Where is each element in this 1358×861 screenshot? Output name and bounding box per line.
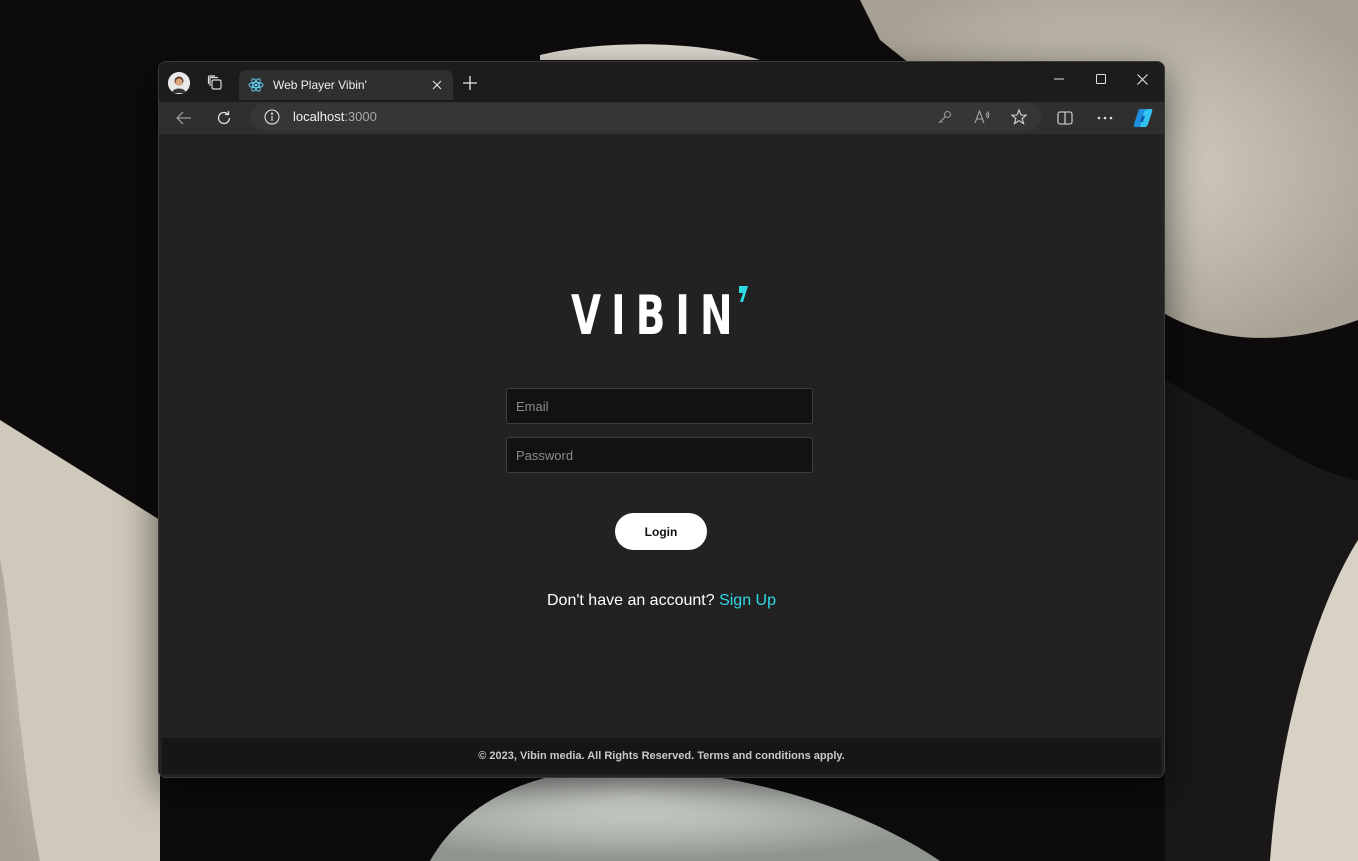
footer: © 2023, Vibin media. All Rights Reserved… — [162, 738, 1161, 774]
address-bar[interactable]: localhost:3000 — [251, 103, 1041, 131]
email-field[interactable] — [506, 388, 813, 424]
title-bar: Web Player Vibin' — [159, 62, 1164, 102]
back-arrow-icon[interactable] — [170, 105, 198, 131]
split-screen-icon[interactable] — [1051, 105, 1079, 131]
page-content: VIBIN Login Don't have an account? Sign … — [159, 134, 1164, 777]
vibin-logo: VIBIN — [571, 284, 743, 347]
key-icon[interactable] — [934, 107, 956, 127]
more-dots-icon[interactable] — [1091, 105, 1119, 131]
url-host: localhost — [293, 109, 345, 124]
signup-link[interactable]: Sign Up — [719, 592, 776, 609]
copilot-icon[interactable] — [1129, 105, 1157, 131]
browser-window: Web Player Vibin' localhost:3000 VIBIN E… — [158, 61, 1165, 778]
read-aloud-icon[interactable] — [971, 107, 993, 127]
url-text: localhost:3000 — [293, 109, 377, 124]
password-field[interactable] — [506, 437, 813, 473]
url-port: :3000 — [344, 109, 377, 124]
tab-web-player[interactable]: Web Player Vibin' — [239, 70, 453, 100]
tab-title: Web Player Vibin' — [273, 78, 367, 92]
footer-copyright: © 2023, Vibin media. All Rights Reserved… — [478, 750, 845, 762]
signup-prompt-line: Don't have an account? Sign Up — [159, 592, 1164, 610]
logo-accent-mark — [739, 286, 748, 302]
navigation-toolbar: localhost:3000 — [159, 102, 1164, 134]
maximize-icon[interactable] — [1081, 66, 1121, 92]
close-icon[interactable] — [427, 75, 447, 95]
close-window-icon[interactable] — [1122, 66, 1162, 92]
email-input[interactable] — [507, 389, 812, 423]
password-input[interactable] — [507, 438, 812, 472]
workspaces-icon[interactable] — [203, 72, 227, 94]
login-button[interactable]: Login — [615, 513, 707, 550]
signup-prompt: Don't have an account? — [547, 592, 715, 609]
profile-avatar-icon[interactable] — [168, 72, 190, 94]
info-icon[interactable] — [263, 108, 281, 126]
star-icon[interactable] — [1008, 107, 1030, 127]
react-icon — [248, 77, 264, 93]
plus-icon[interactable] — [459, 72, 481, 94]
minimize-icon[interactable] — [1039, 66, 1079, 92]
refresh-icon[interactable] — [210, 105, 238, 131]
